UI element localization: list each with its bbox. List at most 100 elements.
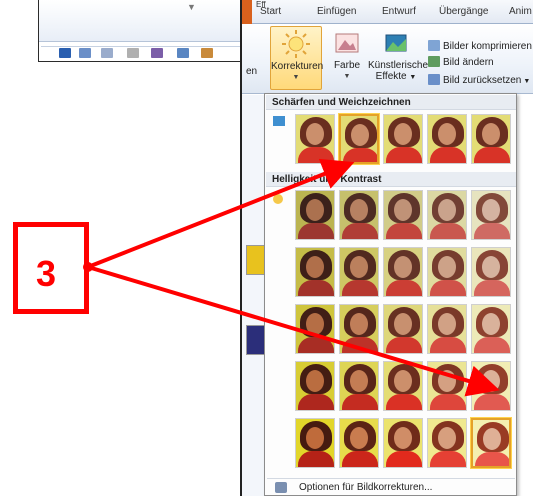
thumbnail-face <box>438 313 456 335</box>
thumbnail-shirt <box>298 451 334 467</box>
thumbnail-face <box>438 256 456 278</box>
correction-thumbnail[interactable] <box>471 361 511 411</box>
correction-thumbnail[interactable] <box>427 114 467 164</box>
thumbnail-shirt <box>430 223 466 239</box>
thumbnail-shirt <box>474 280 510 296</box>
correction-thumbnail[interactable] <box>339 247 379 297</box>
artistic-effects-button[interactable]: Künstlerische Effekte ▼ <box>368 26 428 90</box>
tab-start[interactable]: Start <box>260 6 281 17</box>
thumbnail-face <box>394 370 412 392</box>
list-icon[interactable] <box>101 48 113 58</box>
grid-icon[interactable] <box>177 48 189 58</box>
correction-thumbnail[interactable] <box>295 361 335 411</box>
correction-thumbnail[interactable] <box>383 361 423 411</box>
correction-thumbnail[interactable] <box>383 304 423 354</box>
step-number: 3 <box>36 253 57 294</box>
view-icon[interactable] <box>59 48 71 58</box>
correction-thumbnail[interactable] <box>339 114 379 164</box>
correction-thumbnail[interactable] <box>471 418 511 468</box>
change-label: Bild ändern <box>443 57 494 68</box>
thumbnail-face <box>394 427 412 449</box>
thumbnail-shirt <box>474 394 510 410</box>
thumbnail-shirt <box>298 394 334 410</box>
thumbnail-face <box>394 256 412 278</box>
thumbnail-shirt <box>386 223 422 239</box>
correction-thumbnail[interactable] <box>471 190 511 240</box>
correction-thumbnail[interactable] <box>339 304 379 354</box>
thumbnail-shirt <box>474 337 510 353</box>
compress-label: Bilder komprimieren <box>443 41 532 52</box>
correction-thumbnail[interactable] <box>383 418 423 468</box>
correction-thumbnail[interactable] <box>295 247 335 297</box>
thumbnail-shirt <box>342 394 378 410</box>
correction-thumbnail[interactable] <box>427 247 467 297</box>
correction-thumbnail[interactable] <box>339 418 379 468</box>
thumbnail-shirt <box>386 337 422 353</box>
correction-thumbnail[interactable] <box>295 190 335 240</box>
reset-picture-button[interactable]: Bild zurücksetzen ▼ <box>428 74 530 86</box>
correction-thumbnail[interactable] <box>427 304 467 354</box>
thumbnail-face <box>306 427 324 449</box>
tab-animationen[interactable]: Anim <box>509 6 532 17</box>
thumbnail-face <box>350 370 368 392</box>
thumbnail-face <box>350 256 368 278</box>
picture-color-icon <box>335 33 359 53</box>
thumbnail-shirt <box>386 147 422 163</box>
correction-thumbnail[interactable] <box>471 114 511 164</box>
file-tab[interactable] <box>242 0 252 24</box>
shapes-icon[interactable] <box>201 48 213 58</box>
section-brightness-header: Helligkeit und Kontrast <box>266 172 516 187</box>
correction-thumbnail[interactable] <box>339 190 379 240</box>
thumbnail-face <box>438 199 456 221</box>
thumbnail-face <box>351 124 369 146</box>
correction-thumbnail[interactable] <box>427 190 467 240</box>
background-ribbon: ▼ <box>39 0 249 42</box>
correction-thumbnail[interactable] <box>339 361 379 411</box>
compress-pictures-button[interactable]: Bilder komprimieren <box>428 40 532 52</box>
thumbnail-face <box>438 427 456 449</box>
thumbnail-face <box>482 370 500 392</box>
correction-thumbnail[interactable] <box>383 190 423 240</box>
options-label: Optionen für Bildkorrekturen... <box>299 482 433 493</box>
tab-uebergaenge[interactable]: Übergänge <box>439 6 488 17</box>
correction-thumbnail[interactable] <box>383 114 423 164</box>
chevron-down-icon[interactable] <box>127 48 139 58</box>
thumbnail-face <box>482 313 500 335</box>
picture-correction-options[interactable]: Optionen für Bildkorrekturen... <box>267 478 515 495</box>
sun-icon <box>282 30 310 58</box>
correction-thumbnail[interactable] <box>471 304 511 354</box>
tab-entwurf[interactable]: Entwurf <box>382 6 416 17</box>
thumbnail-shirt <box>430 451 466 467</box>
correction-thumbnail[interactable] <box>427 418 467 468</box>
thumbnail-face <box>350 199 368 221</box>
change-picture-button[interactable]: Bild ändern <box>428 56 494 68</box>
thumbnail-shirt <box>474 223 510 239</box>
thumbnail-shirt <box>430 280 466 296</box>
reset-label: Bild zurücksetzen <box>443 75 522 86</box>
correction-thumbnail[interactable] <box>427 361 467 411</box>
corrections-button[interactable]: Korrekturen ▼ <box>270 26 324 90</box>
thumbnail-shirt <box>298 147 334 163</box>
correction-thumbnail[interactable] <box>471 247 511 297</box>
correction-thumbnail[interactable] <box>383 247 423 297</box>
color-button[interactable]: Farbe ▼ <box>330 26 364 90</box>
format-icon[interactable] <box>151 48 163 58</box>
layout-icon[interactable] <box>79 48 91 58</box>
thumbnail-face <box>350 427 368 449</box>
thumbnail-face <box>438 370 456 392</box>
ribbon-fragment: en <box>246 66 258 77</box>
thumbnail-shirt <box>474 147 510 163</box>
thumbnail-face <box>306 313 324 335</box>
thumbnail-shirt <box>342 451 378 467</box>
artistic-effects-icon <box>385 34 407 52</box>
tab-einfuegen[interactable]: Einfügen <box>317 6 356 17</box>
thumbnail-shirt <box>475 452 509 466</box>
correction-thumbnail[interactable] <box>295 304 335 354</box>
thumbnail-face <box>306 123 324 145</box>
color-label: Farbe <box>333 60 361 71</box>
thumbnail-face <box>438 123 456 145</box>
corrections-label: Korrekturen <box>271 61 324 72</box>
correction-thumbnail[interactable] <box>295 114 335 164</box>
correction-thumbnail[interactable] <box>295 418 335 468</box>
thumbnail-shirt <box>298 337 334 353</box>
